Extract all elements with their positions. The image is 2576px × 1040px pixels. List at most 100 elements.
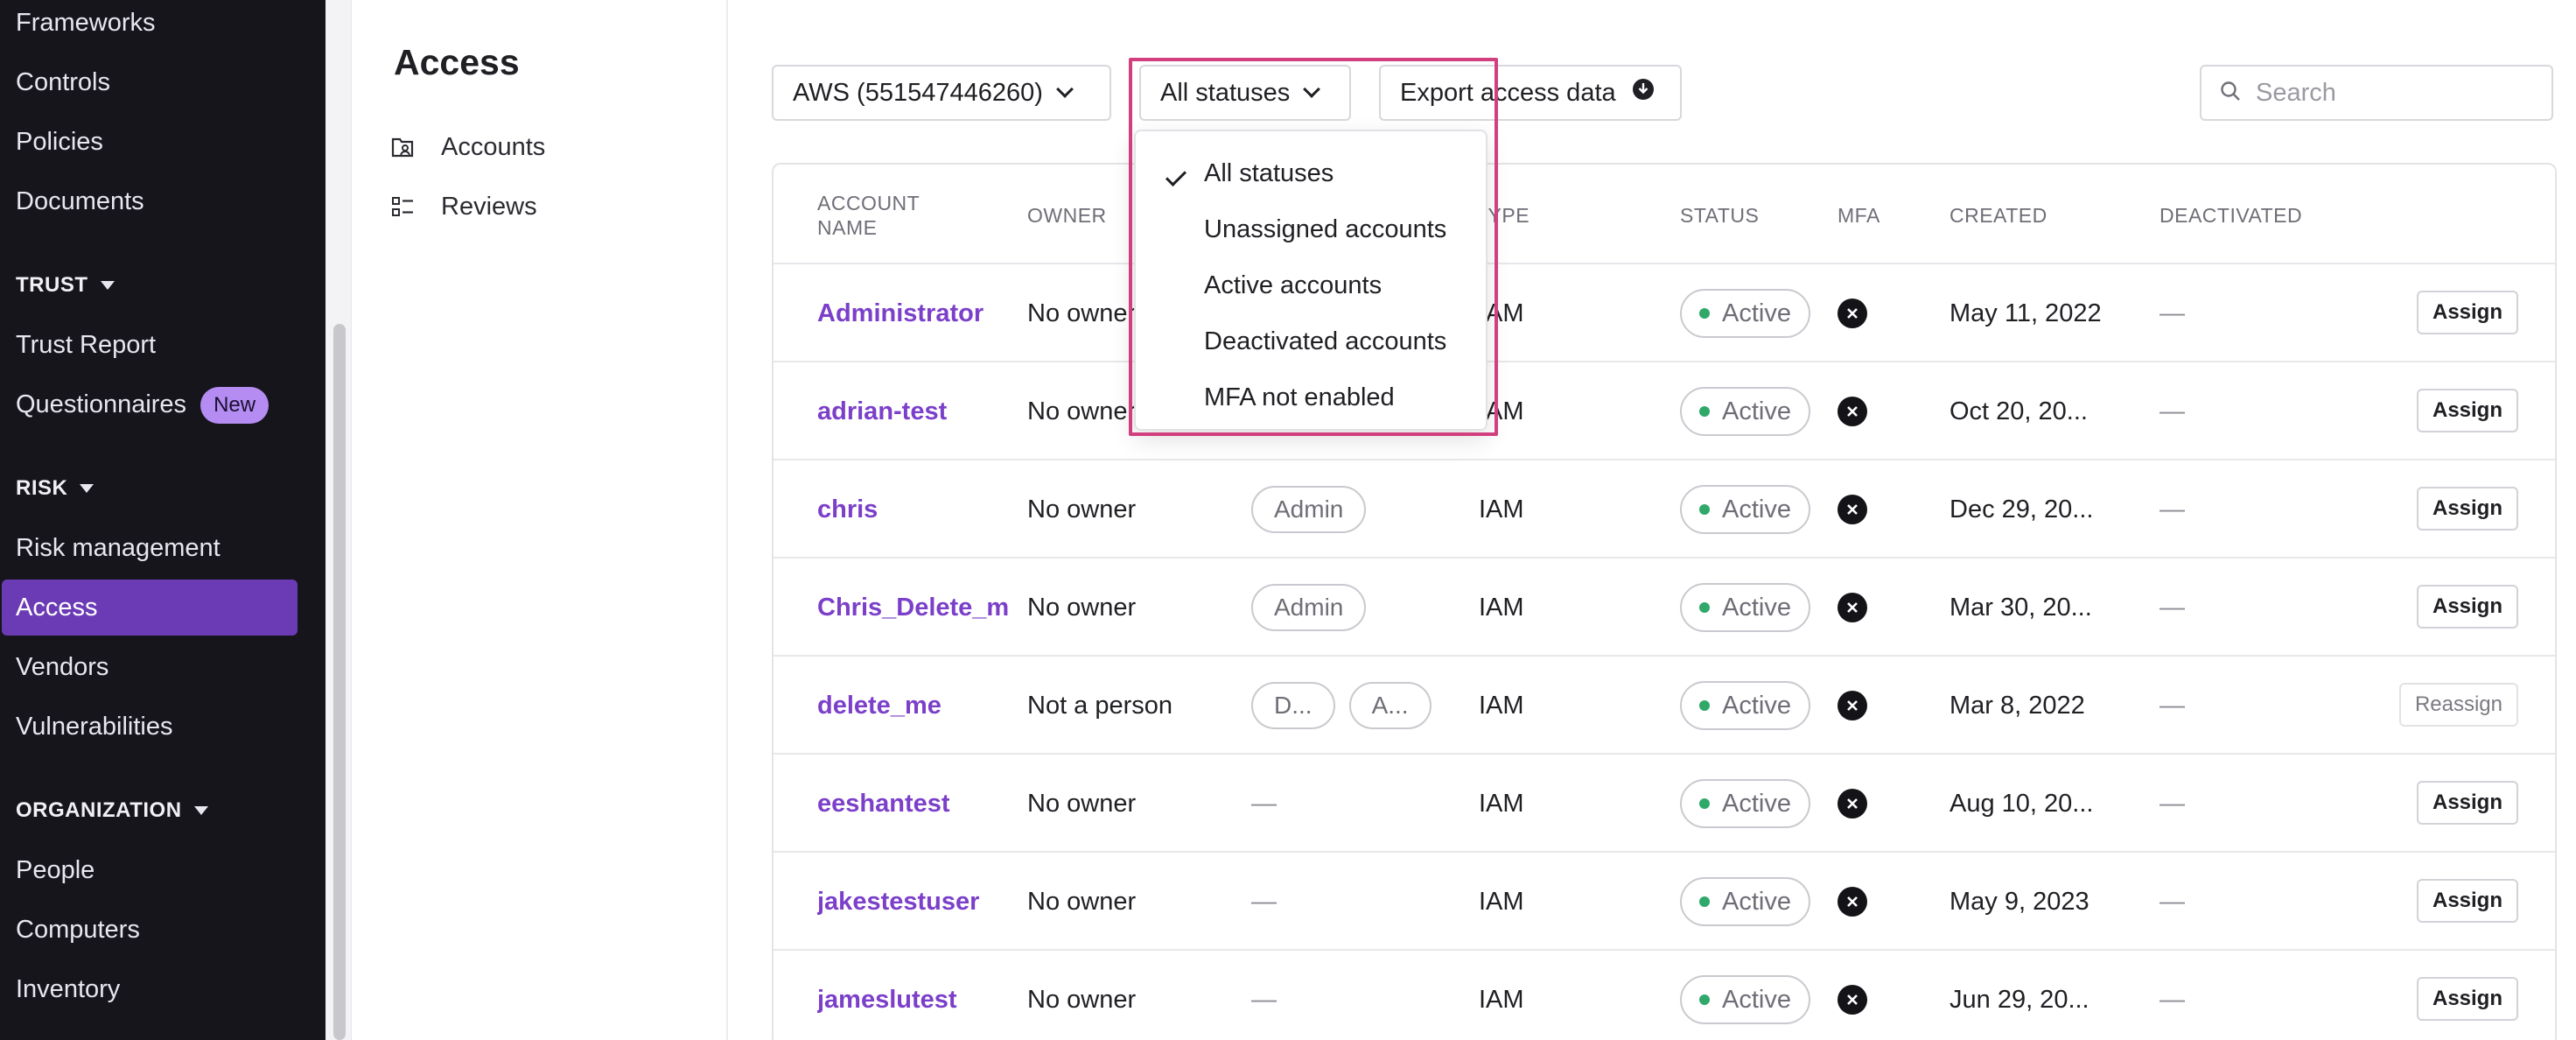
- status-filter-select[interactable]: All statuses: [1139, 65, 1351, 121]
- role-pill: Admin: [1251, 584, 1367, 631]
- account-name-link[interactable]: jameslutest: [817, 951, 1015, 1040]
- empty-dash: —: [1251, 789, 1277, 818]
- account-name-link[interactable]: adrian-test: [817, 362, 1015, 460]
- mfa-disabled-icon: [1838, 789, 1867, 819]
- sidebar-section-organization[interactable]: ORGANIZATION: [16, 793, 208, 828]
- sidebar-item-access[interactable]: Access: [16, 590, 97, 625]
- sidebar-item-controls[interactable]: Controls: [16, 65, 110, 100]
- status-filter-value: All statuses: [1160, 78, 1291, 107]
- column-header-created[interactable]: CREATED: [1950, 203, 2048, 228]
- table-row[interactable]: Chris_Delete_m No owner Admin IAM Active Mar …: [774, 557, 2555, 657]
- table-row[interactable]: Administrator No owner IAM Active May 11, 20…: [774, 263, 2555, 362]
- sidebar-item-documents[interactable]: Documents: [16, 184, 144, 219]
- sidebar-item-inventory[interactable]: Inventory: [16, 972, 120, 1007]
- header-line: ACCOUNT: [817, 192, 920, 214]
- mfa-disabled-icon: [1838, 495, 1867, 524]
- caret-down-icon: [80, 484, 94, 493]
- mfa-cell: [1838, 853, 1908, 951]
- assign-button[interactable]: Assign: [2416, 291, 2518, 334]
- column-header-account-name[interactable]: ACCOUNT NAME: [817, 191, 920, 240]
- account-name-link[interactable]: delete_me: [817, 657, 1015, 755]
- subnav-item-label: Accounts: [441, 132, 546, 161]
- menu-item-active-accounts[interactable]: Active accounts: [1204, 266, 1382, 305]
- sidebar-item-vulnerabilities[interactable]: Vulnerabilities: [16, 709, 172, 744]
- menu-item-mfa-not-enabled[interactable]: MFA not enabled: [1204, 378, 1395, 417]
- account-name-link[interactable]: eeshantest: [817, 755, 1015, 853]
- deactivated-cell: —: [2160, 495, 2185, 524]
- sidebar-item-trust-report[interactable]: Trust Report: [16, 327, 156, 362]
- sidebar-section-risk[interactable]: RISK: [16, 471, 94, 506]
- deactivated-cell: —: [2160, 593, 2185, 622]
- status-badge: Active: [1680, 289, 1810, 338]
- reviews-icon: [390, 194, 415, 219]
- roles-cell: Admin: [1251, 460, 1470, 559]
- mfa-cell: [1838, 559, 1908, 657]
- table-row[interactable]: eeshantest No owner — IAM Active Aug 10, 20..…: [774, 753, 2555, 853]
- page-title: Access: [394, 42, 520, 82]
- status-label: Active: [1722, 789, 1791, 818]
- sidebar-item-risk-management[interactable]: Risk management: [16, 531, 220, 566]
- account-name-link[interactable]: jakestestuser: [817, 853, 1015, 951]
- column-header-deactivated[interactable]: DEACTIVATED: [2160, 203, 2302, 228]
- status-badge: Active: [1680, 877, 1810, 926]
- status-label: Active: [1722, 495, 1791, 524]
- deactivated-cell: —: [2160, 691, 2185, 720]
- table-row[interactable]: jameslutest No owner — IAM Active Jun 29, 20.…: [774, 949, 2555, 1040]
- sidebar-item-people[interactable]: People: [16, 853, 94, 888]
- roles-cell: —: [1251, 853, 1470, 951]
- menu-item-unassigned-accounts[interactable]: Unassigned accounts: [1204, 210, 1446, 249]
- account-select[interactable]: AWS (551547446260): [772, 65, 1111, 121]
- menu-item-all-statuses[interactable]: All statuses: [1204, 154, 1334, 193]
- search-input[interactable]: [2256, 78, 2536, 108]
- export-access-data-button[interactable]: Export access data: [1379, 65, 1682, 121]
- reassign-button[interactable]: Reassign: [2398, 683, 2518, 727]
- status-badge: Active: [1680, 779, 1810, 828]
- column-header-status[interactable]: STATUS: [1680, 203, 1759, 228]
- menu-item-deactivated-accounts[interactable]: Deactivated accounts: [1204, 322, 1446, 361]
- table-row[interactable]: jakestestuser No owner — IAM Active May 9, 20…: [774, 851, 2555, 951]
- table-row[interactable]: chris No owner Admin IAM Active Dec 29, 20...…: [774, 459, 2555, 559]
- assign-button[interactable]: Assign: [2416, 781, 2518, 825]
- account-name-link[interactable]: Chris_Delete_m: [817, 559, 1015, 657]
- subnav-item-reviews[interactable]: Reviews: [390, 187, 537, 226]
- column-header-owner[interactable]: OWNER: [1027, 203, 1107, 228]
- sidebar-item-questionnaires[interactable]: Questionnaires New: [16, 387, 270, 425]
- column-header-mfa[interactable]: MFA: [1838, 203, 1880, 228]
- caret-down-icon: [193, 806, 208, 815]
- section-heading: RISK: [16, 476, 68, 500]
- owner-cell: No owner: [1027, 593, 1137, 622]
- chevron-down-icon: [1056, 81, 1074, 98]
- sidebar-item-vendors[interactable]: Vendors: [16, 650, 108, 685]
- caret-down-icon: [100, 281, 115, 290]
- status-cell: Active: [1680, 755, 1829, 853]
- assign-button[interactable]: Assign: [2416, 879, 2518, 923]
- status-cell: Active: [1680, 853, 1829, 951]
- mfa-disabled-icon: [1838, 299, 1867, 328]
- search-box[interactable]: [2200, 65, 2553, 121]
- assign-button[interactable]: Assign: [2416, 585, 2518, 629]
- status-label: Active: [1722, 691, 1791, 720]
- header-line: NAME: [817, 216, 878, 239]
- sidebar-section-trust[interactable]: TRUST: [16, 268, 115, 303]
- created-cell: Mar 8, 2022: [1950, 691, 2085, 720]
- status-label: Active: [1722, 299, 1791, 327]
- created-cell: May 9, 2023: [1950, 887, 2090, 916]
- checkmark-icon: [1165, 165, 1187, 187]
- subnav-item-accounts[interactable]: Accounts: [390, 128, 545, 166]
- table-row[interactable]: adrian-test No owner IAM Active Oct 20, 20..…: [774, 361, 2555, 460]
- assign-button[interactable]: Assign: [2416, 487, 2518, 531]
- sidebar-item-frameworks[interactable]: Frameworks: [16, 5, 156, 40]
- table-row[interactable]: delete_me Not a person D... A... IAM Active Ma…: [774, 655, 2555, 755]
- role-pill: A...: [1348, 682, 1432, 729]
- sidebar-scrollbar-thumb[interactable]: [333, 324, 346, 1040]
- account-name-link[interactable]: Administrator: [817, 264, 1015, 362]
- new-badge: New: [200, 387, 270, 425]
- assign-button[interactable]: Assign: [2416, 977, 2518, 1021]
- status-cell: Active: [1680, 460, 1829, 559]
- sidebar-item-policies[interactable]: Policies: [16, 124, 103, 159]
- assign-button[interactable]: Assign: [2416, 389, 2518, 432]
- search-icon: [2219, 80, 2242, 107]
- account-name-link[interactable]: chris: [817, 460, 1015, 559]
- roles-cell: —: [1251, 755, 1470, 853]
- sidebar-item-computers[interactable]: Computers: [16, 912, 140, 947]
